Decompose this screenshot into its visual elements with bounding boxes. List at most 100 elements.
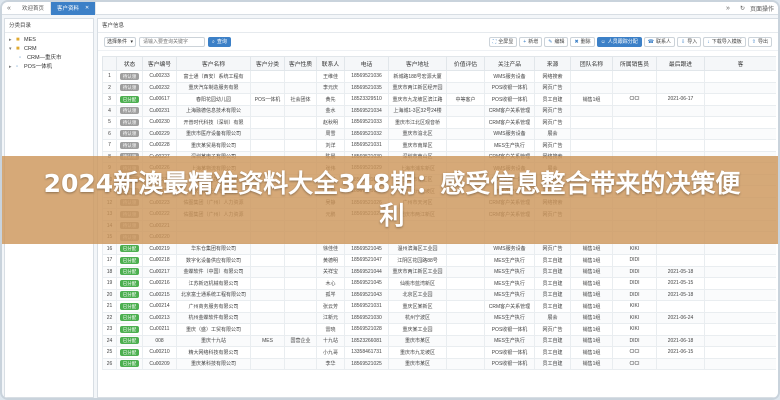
cell-team: 销售1组 xyxy=(570,93,613,106)
table-row[interactable]: 19 已分配 Cu00216 江苏新迈机械有限公司 木心 18569521045 仙桃市蓝湾… xyxy=(102,277,776,290)
cell-addr: 重庆市江北区观音桥 xyxy=(388,116,447,129)
table-row[interactable]: 26 已分配 Cu00209 重庆某科技有限公司 李华 18569521025 重庆市某区 P… xyxy=(102,357,776,370)
cell-extra xyxy=(704,334,776,347)
table-row[interactable]: 5 待认领 Cu00230 开普时代科技（深圳）有限 赵秋明 18569521033 重庆市… xyxy=(102,116,776,129)
condition-select[interactable]: 选择条件 ▾ xyxy=(104,36,136,47)
expand-icon[interactable]: ▸ xyxy=(9,36,16,45)
category-tree: ▸ ■ MES ▾ ■ CRM ▫ CRM—重庆市 ▸ ▫ POS一体机 xyxy=(5,33,93,72)
toolbar-button-label: 删除 xyxy=(580,39,591,45)
cell-last xyxy=(656,70,705,83)
cell-code: Cu00229 xyxy=(142,127,177,140)
column-header[interactable]: 所属销售员 xyxy=(612,56,657,71)
search-input[interactable] xyxy=(139,36,205,47)
table-row[interactable]: 22 已分配 Cu00213 杭州金蝶软件有限公司 江新元 18569521030 杭州宁波… xyxy=(102,311,776,324)
table-row[interactable]: 4 待认领 Cu00231 上海融德信息技术有限公 金水 18569521034 上海城1-… xyxy=(102,104,776,117)
toolbar-button-1[interactable]: + 新增 xyxy=(519,36,543,47)
column-header[interactable]: 关注产品 xyxy=(484,56,535,71)
refresh-icon[interactable]: ↻ xyxy=(740,5,745,12)
close-icon[interactable]: ✕ xyxy=(85,5,89,11)
toolbar-button-4[interactable]: ☺ 人员跟踪分配 xyxy=(596,36,642,47)
column-header[interactable]: 来源 xyxy=(534,56,571,71)
toolbar-button-3[interactable]: ✖ 删除 xyxy=(570,36,595,47)
column-header[interactable]: 客户分类 xyxy=(250,56,285,71)
cell-addr: 重庆市某区 xyxy=(388,334,447,347)
toolbar-button-5[interactable]: ☎ 联系人 xyxy=(643,36,676,47)
column-header[interactable] xyxy=(102,56,117,71)
cell-n: 19 xyxy=(102,277,117,290)
cell-extra xyxy=(704,288,776,301)
cell-source: 网页广告 xyxy=(534,104,571,117)
table-row[interactable]: 16 已分配 Cu00219 华东仓集团有限公司 徐佳佳 18569521045 温州滨海区… xyxy=(102,242,776,255)
cell-sales: DIDI xyxy=(612,265,657,278)
table-row[interactable]: 1 待认领 Cu00233 富士通（西安）系统工程有 王维佳 18569521036 新城路… xyxy=(102,70,776,83)
cell-nature xyxy=(284,81,317,94)
table-row[interactable]: 20 已分配 Cu00215 北京富士通系统工程有限公司 孤岑 18569521043 北京… xyxy=(102,288,776,301)
cell-cls xyxy=(250,357,285,370)
cell-n: 20 xyxy=(102,288,117,301)
cell-cls xyxy=(250,300,285,313)
column-header[interactable]: 客户地址 xyxy=(388,56,447,71)
column-header[interactable]: 电话 xyxy=(344,56,389,71)
toolbar-button-8[interactable]: ⇧ 导出 xyxy=(747,36,772,47)
collapse-icon[interactable]: ▾ xyxy=(9,45,16,54)
column-header[interactable]: 状态 xyxy=(116,56,143,71)
cell-status: 已分配 xyxy=(116,242,143,255)
page-actions-button[interactable]: 页面操作 xyxy=(750,4,774,13)
tree-item-crm-chongqing[interactable]: ▫ CRM—重庆市 xyxy=(9,54,93,63)
table-row[interactable]: 3 已分配 Cu00617 春阳花园幼儿园 POS一体机 社会团体 黄先 1852332951… xyxy=(102,93,776,106)
expand-icon[interactable]: ▸ xyxy=(9,63,16,72)
table-row[interactable]: 25 已分配 Cu00210 精大网络科技有限公司 小九哥 13358461731 重庆市九… xyxy=(102,346,776,359)
status-badge: 已分配 xyxy=(119,95,140,103)
cell-extra xyxy=(704,346,776,359)
tab-scroll-right-icon[interactable]: » xyxy=(721,5,735,12)
cell-value xyxy=(446,139,485,152)
toolbar-button-2[interactable]: ✎ 编辑 xyxy=(544,36,569,47)
toolbar-button-6[interactable]: ⇩ 导入 xyxy=(677,36,702,47)
tree-item-pos[interactable]: ▸ ▫ POS一体机 xyxy=(9,63,93,72)
table-row[interactable]: 18 已分配 Cu00217 金蝶软件（中国）有限公司 关祥宝 18569521044 重庆… xyxy=(102,265,776,278)
table-row[interactable]: 2 待认领 Cu00232 重庆汽车制造服务有限 李元庆 18569521035 重庆市两江… xyxy=(102,81,776,94)
table-row[interactable]: 6 待认领 Cu00229 重庆市医疗设备有限公司 周雪 18569521032 重庆市渝北… xyxy=(102,127,776,140)
cell-sales: KIKI xyxy=(612,311,657,324)
tree-item-crm[interactable]: ▾ ■ CRM xyxy=(9,45,93,54)
cell-last xyxy=(656,300,705,313)
column-header[interactable]: 价值评估 xyxy=(446,56,485,71)
column-header[interactable]: 客 xyxy=(704,56,776,71)
search-button[interactable]: ⌕ 查询 xyxy=(208,36,231,47)
cell-name: 广州商务服务有限公司 xyxy=(176,300,251,313)
cell-last xyxy=(656,323,705,336)
cell-code: Cu00216 xyxy=(142,277,177,290)
tab-welcome[interactable]: 欢迎首页 xyxy=(16,2,52,15)
cell-code: Cu00213 xyxy=(142,311,177,324)
column-header[interactable]: 客户性质 xyxy=(284,56,317,71)
cell-status: 已分配 xyxy=(116,288,143,301)
cell-source: 网页广告 xyxy=(534,242,571,255)
toolbar-button-label: 联系人 xyxy=(656,39,672,45)
cell-team xyxy=(570,116,613,129)
tree-item-mes[interactable]: ▸ ■ MES xyxy=(9,36,93,45)
table-row[interactable]: 23 已分配 Cu00211 重庆（盛）工贸有限公司 雷晓 18569521028 重庆某工… xyxy=(102,323,776,336)
cell-nature xyxy=(284,288,317,301)
column-header[interactable]: 客户名称 xyxy=(176,56,251,71)
cell-cls xyxy=(250,265,285,278)
status-badge: 待认领 xyxy=(119,107,140,115)
cell-value xyxy=(446,323,485,336)
toolbar-button-0[interactable]: ⛶ 全屏显 xyxy=(488,36,518,47)
column-header[interactable]: 团队名称 xyxy=(570,56,613,71)
toolbar-button-7[interactable]: ↓ 下载导入模板 xyxy=(703,36,746,47)
cell-nature xyxy=(284,300,317,313)
table-row[interactable]: 24 已分配 008 重庆十九站 MES 国营企业 十九站 18523266081 重庆市某区 M… xyxy=(102,334,776,347)
table-row[interactable]: 7 待认领 Cu00228 重庆某贸易有限公司 刘洋 18569521031 重庆市南岸区 M… xyxy=(102,139,776,152)
tab-scroll-left-icon[interactable]: « xyxy=(2,5,16,12)
cell-cls xyxy=(250,288,285,301)
tab-customer-info[interactable]: 客户资料 ✕ xyxy=(51,2,97,15)
cell-value xyxy=(446,311,485,324)
table-row[interactable]: 17 已分配 Cu00218 数字化设备供应有限公司 黄德明 18569521047 江阴区… xyxy=(102,254,776,267)
column-header[interactable]: 客户编号 xyxy=(142,56,177,71)
cell-code: Cu00228 xyxy=(142,139,177,152)
table-row[interactable]: 21 已分配 Cu00214 广州商务服务有限公司 张云芳 18569521031 重庆区某… xyxy=(102,300,776,313)
status-badge: 待认领 xyxy=(119,72,140,80)
column-header[interactable]: 最后跟进 xyxy=(656,56,705,71)
cell-nature xyxy=(284,323,317,336)
column-header[interactable]: 联系人 xyxy=(316,56,345,71)
